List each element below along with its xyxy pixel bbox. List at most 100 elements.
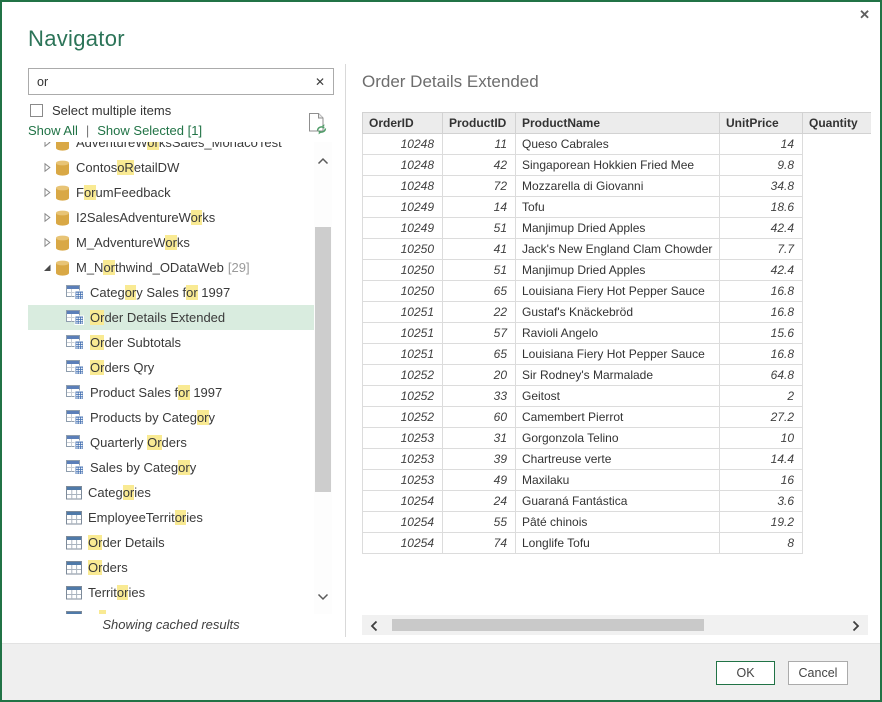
collapse-icon[interactable] [42,262,55,273]
view-icon [66,310,84,325]
footer: OK Cancel [2,643,880,700]
cell-orderid: 10249 [363,218,443,239]
tree-item[interactable]: Product Sales for 1997 [28,380,314,405]
database-icon [55,160,70,176]
cell-productid: 33 [443,386,516,407]
cell-unitprice: 27.2 [720,407,803,428]
cell-productid: 55 [443,512,516,533]
cell-unitprice: 16.8 [720,281,803,302]
tree-item[interactable]: AdventureWorksSales_MonacoTest [28,142,314,155]
cell-orderid: 10248 [363,155,443,176]
view-icon [66,335,84,350]
cell-productname: Jack's New England Clam Chowder [516,239,720,260]
tree-item[interactable]: Products by Category [28,405,314,430]
cell-orderid: 10251 [363,344,443,365]
tree-item[interactable]: EmployeeTerritories [28,505,314,530]
tree-item[interactable]: ForumFeedback [28,180,314,205]
cell-unitprice: 64.8 [720,365,803,386]
cell-productname: Queso Cabrales [516,134,720,155]
table-row: 1025157Ravioli Angelo15.6 [363,323,871,344]
tree-item[interactable]: Category Sales for 1997 [28,280,314,305]
view-icon [66,410,84,425]
search-input[interactable] [29,74,307,90]
table-row: 1025331Gorgonzola Telino10 [363,428,871,449]
tree-item[interactable]: M_AdventureWorks [28,230,314,255]
table-row: 1025260Camembert Pierrot27.2 [363,407,871,428]
view-icon [66,285,84,300]
cell-orderid: 10254 [363,533,443,554]
select-multiple-checkbox[interactable] [30,104,43,117]
column-header-orderid: OrderID [363,113,443,134]
table-row: 1025041Jack's New England Clam Chowder7.… [363,239,871,260]
horizontal-scrollbar-thumb[interactable] [392,619,704,631]
cell-unitprice: 7.7 [720,239,803,260]
tree-item[interactable]: Territories [28,580,314,605]
expand-icon[interactable] [42,237,55,248]
show-all-link[interactable]: Show All [28,123,78,138]
cell-productid: 74 [443,533,516,554]
expand-icon[interactable] [42,162,55,173]
tree-item-label: AdventureWorksSales_MonacoTest [76,142,282,150]
show-selected-link[interactable]: Show Selected [1] [97,123,202,138]
tree-item[interactable]: Categories [28,480,314,505]
cell-productname: Tofu [516,197,720,218]
cell-orderid: 10253 [363,449,443,470]
cell-quantity [803,344,871,365]
cell-unitprice: 19.2 [720,512,803,533]
scroll-down-icon[interactable] [317,588,329,606]
tree-item[interactable]: ContosoRetailDW [28,155,314,180]
cell-unitprice: 9.8 [720,155,803,176]
cell-unitprice: 14.4 [720,449,803,470]
tree-item[interactable]: Orders Qry [28,355,314,380]
expand-icon[interactable] [42,187,55,198]
cell-productname: Louisiana Fiery Hot Pepper Sauce [516,281,720,302]
refresh-cache-icon[interactable] [308,112,328,141]
cell-productname: Manjimup Dried Apples [516,218,720,239]
preview-table: OrderIDProductIDProductNameUnitPriceQuan… [362,112,871,554]
table-icon [66,611,82,615]
cell-unitprice: 16 [720,470,803,491]
tree-item-label: Orders [88,560,128,575]
database-icon [55,185,70,201]
cell-productname: Camembert Pierrot [516,407,720,428]
expand-icon[interactable] [42,212,55,223]
table-row: 1024842Singaporean Hokkien Fried Mee9.8 [363,155,871,176]
cell-quantity [803,365,871,386]
close-icon[interactable]: ✕ [859,7,870,23]
tree-scrollbar-thumb[interactable] [315,227,331,492]
ok-button[interactable]: OK [716,661,775,685]
cell-orderid: 10251 [363,302,443,323]
cache-status-text: Showing cached results [28,617,314,632]
expand-icon[interactable] [42,142,55,148]
cell-orderid: 10252 [363,386,443,407]
tree-item[interactable] [28,605,314,614]
database-icon [55,260,70,276]
tree-item[interactable]: M_Northwind_ODataWeb[29] [28,255,314,280]
scroll-right-icon[interactable] [852,619,860,637]
table-row: 1024914Tofu18.6 [363,197,871,218]
tree-scrollbar[interactable] [314,142,332,614]
cancel-button[interactable]: Cancel [788,661,848,685]
cell-orderid: 10252 [363,407,443,428]
tree-item[interactable]: Order Subtotals [28,330,314,355]
cell-productid: 65 [443,281,516,302]
cell-productid: 60 [443,407,516,428]
table-icon [66,536,82,550]
tree-item[interactable]: I2SalesAdventureWorks [28,205,314,230]
tree-item[interactable]: Orders [28,555,314,580]
column-header-productname: ProductName [516,113,720,134]
scroll-left-icon[interactable] [370,619,378,637]
table-icon [66,586,82,600]
preview-horizontal-scrollbar[interactable] [362,615,868,635]
cell-orderid: 10253 [363,428,443,449]
cell-quantity [803,134,871,155]
scroll-up-icon[interactable] [317,152,329,170]
tree-item[interactable]: Sales by Category [28,455,314,480]
tree-item-selected[interactable]: Order Details Extended [28,305,314,330]
preview-title: Order Details Extended [362,72,539,92]
cell-productname: Pâté chinois [516,512,720,533]
tree-item[interactable]: Quarterly Orders [28,430,314,455]
table-row: 1024872Mozzarella di Giovanni34.8 [363,176,871,197]
tree-item[interactable]: Order Details [28,530,314,555]
clear-search-icon[interactable]: ✕ [307,75,333,89]
